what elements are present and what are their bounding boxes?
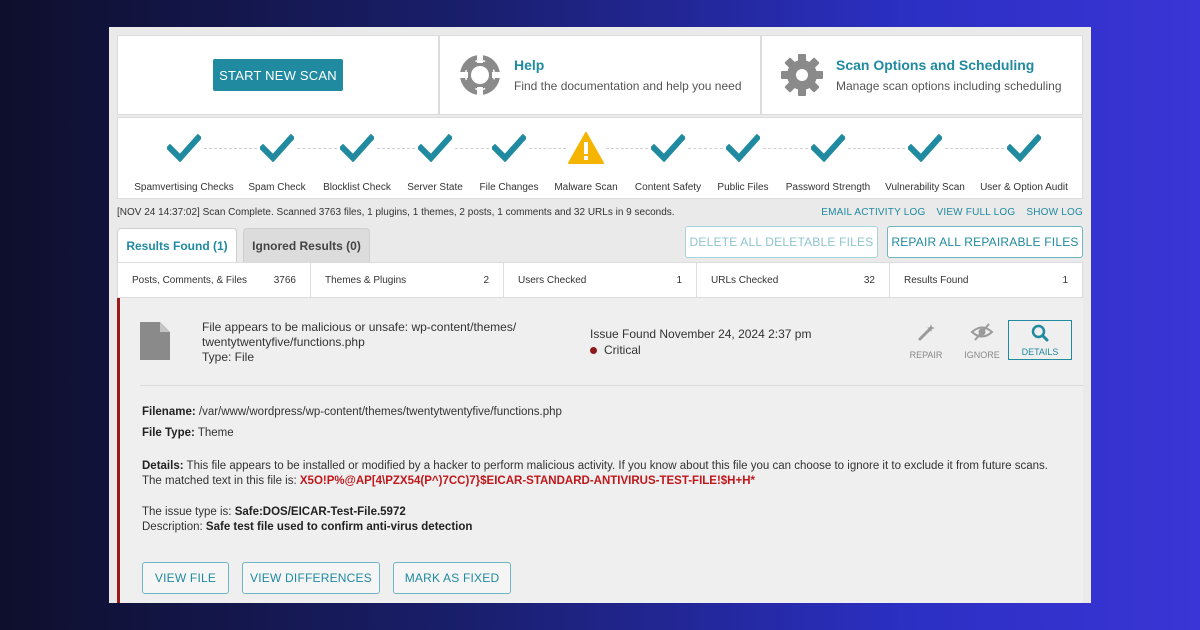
issue-found-date: Issue Found November 24, 2024 2:37 pm bbox=[590, 327, 812, 341]
divider bbox=[140, 385, 1083, 386]
magnifier-icon bbox=[1031, 324, 1049, 342]
help-card[interactable]: Help Find the documentation and help you… bbox=[439, 35, 761, 115]
gear-icon bbox=[781, 54, 823, 96]
issue-type-row: The issue type is: Safe:DOS/EICAR-Test-F… bbox=[142, 506, 473, 533]
scan-stage-label: Password Strength bbox=[785, 182, 871, 193]
scan-stage-label: User & Option Audit bbox=[980, 182, 1068, 193]
severity-label: Critical bbox=[604, 343, 641, 357]
stat-users-checked: Users Checked 1 bbox=[504, 263, 697, 297]
view-differences-button[interactable]: VIEW DIFFERENCES bbox=[242, 562, 380, 594]
scan-stage: User & Option Audit bbox=[969, 128, 1079, 193]
top-cards: START NEW SCAN Help Find the documentati… bbox=[117, 35, 1083, 115]
scan-stage: Vulnerability Scan bbox=[870, 128, 980, 193]
view-file-button[interactable]: VIEW FILE bbox=[142, 562, 229, 594]
stat-posts-files: Posts, Comments, & Files 3766 bbox=[118, 263, 311, 297]
filetype-row: File Type: Theme bbox=[142, 427, 234, 439]
result-title: File appears to be malicious or unsafe: … bbox=[202, 320, 517, 364]
ignore-control[interactable]: IGNORE bbox=[956, 320, 1008, 360]
stat-themes-plugins: Themes & Plugins 2 bbox=[311, 263, 504, 297]
scan-stages: Spamvertising Checks Spam Check Blocklist … bbox=[117, 117, 1083, 199]
repair-control[interactable]: REPAIR bbox=[900, 320, 952, 360]
scan-stats: Posts, Comments, & Files 3766 Themes & Pl… bbox=[117, 262, 1083, 298]
eye-slash-icon bbox=[970, 323, 994, 341]
scan-summary: [NOV 24 14:37:02] Scan Complete. Scanned… bbox=[117, 207, 675, 218]
repair-all-repairable-button[interactable]: REPAIR ALL REPAIRABLE FILES bbox=[887, 226, 1083, 258]
start-new-scan-button[interactable]: START NEW SCAN bbox=[213, 59, 343, 91]
details-row: Details: This file appears to be install… bbox=[142, 460, 1048, 487]
matched-text: X5O!P%@AP[4\PZX54(P^)7CC)7}$EICAR-STANDA… bbox=[299, 475, 755, 487]
stat-results-found: Results Found 1 bbox=[904, 274, 1068, 286]
help-subtitle: Find the documentation and help you need bbox=[514, 79, 742, 93]
severity: Critical bbox=[590, 343, 641, 357]
result-header[interactable]: File appears to be malicious or unsafe: … bbox=[120, 298, 1083, 386]
tab-ignored-results[interactable]: Ignored Results (0) bbox=[243, 228, 370, 262]
scan-stage-label: Vulnerability Scan bbox=[885, 182, 965, 193]
email-activity-log-link[interactable]: EMAIL ACTIVITY LOG bbox=[821, 207, 925, 218]
tab-results-found[interactable]: Results Found (1) bbox=[117, 228, 237, 263]
checkmark-icon bbox=[969, 128, 1079, 168]
log-links: EMAIL ACTIVITY LOG VIEW FULL LOG SHOW LO… bbox=[821, 207, 1083, 218]
scan-stage: Password Strength bbox=[773, 128, 883, 193]
view-full-log-link[interactable]: VIEW FULL LOG bbox=[936, 207, 1015, 218]
start-scan-card: START NEW SCAN bbox=[117, 35, 439, 115]
details-control[interactable]: DETAILS bbox=[1008, 320, 1072, 360]
file-icon bbox=[140, 322, 170, 360]
scan-options-subtitle: Manage scan options including scheduling bbox=[836, 79, 1062, 93]
delete-all-deletable-button[interactable]: DELETE ALL DELETABLE FILES bbox=[685, 226, 878, 258]
scan-options-card[interactable]: Scan Options and Scheduling Manage scan … bbox=[761, 35, 1083, 115]
scanner-panel: START NEW SCAN Help Find the documentati… bbox=[109, 27, 1091, 603]
result-item: File appears to be malicious or unsafe: … bbox=[117, 298, 1083, 603]
mark-as-fixed-button[interactable]: MARK AS FIXED bbox=[393, 562, 511, 594]
filename-row: Filename: /var/www/wordpress/wp-content/… bbox=[142, 406, 562, 418]
help-title[interactable]: Help bbox=[514, 57, 742, 73]
scan-options-title[interactable]: Scan Options and Scheduling bbox=[836, 57, 1062, 73]
wand-icon bbox=[918, 324, 935, 341]
critical-dot-icon bbox=[590, 346, 597, 354]
stat-urls-checked: URLs Checked 32 bbox=[697, 263, 890, 297]
lifebuoy-icon bbox=[460, 55, 500, 95]
checkmark-icon bbox=[773, 128, 883, 168]
checkmark-icon bbox=[870, 128, 980, 168]
show-log-link[interactable]: SHOW LOG bbox=[1026, 207, 1083, 218]
